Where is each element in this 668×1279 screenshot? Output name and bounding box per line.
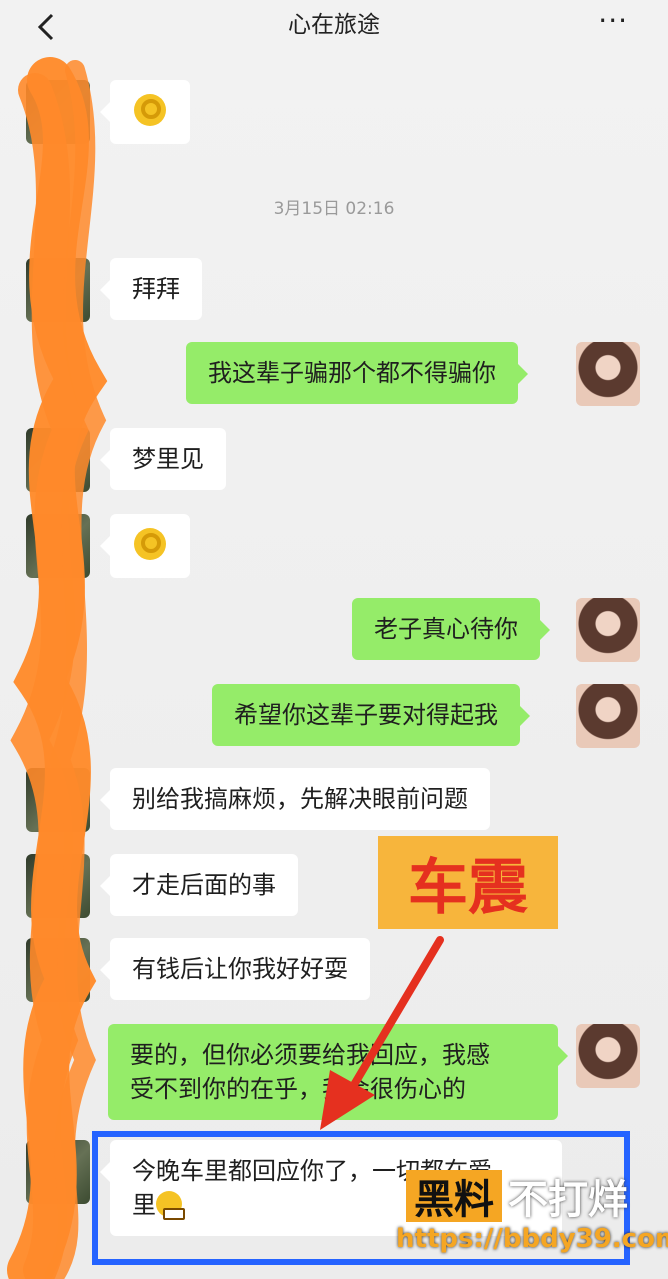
contact-avatar[interactable] <box>26 854 90 918</box>
message-bubble[interactable]: 我这辈子骗那个都不得骗你 <box>186 342 528 404</box>
user-avatar[interactable] <box>576 684 640 748</box>
message-row <box>0 514 668 584</box>
annotation-label-box: 车震 <box>378 836 558 929</box>
contact-avatar[interactable] <box>26 80 90 144</box>
watermark-logo: 黑料 <box>406 1170 502 1223</box>
watermark: 黑料 不打烊 https://bbdy39.com <box>396 1170 668 1262</box>
back-arrow-icon[interactable] <box>36 12 56 42</box>
contact-avatar[interactable] <box>26 428 90 492</box>
message-bubble[interactable] <box>100 80 190 144</box>
message-row: 老子真心待你 <box>0 598 668 668</box>
user-avatar[interactable] <box>576 598 640 662</box>
message-bubble[interactable]: 别给我搞麻烦，先解决眼前问题 <box>100 768 490 830</box>
red-arrow-icon <box>320 936 444 1130</box>
message-bubble[interactable]: 希望你这辈子要对得起我 <box>212 684 530 746</box>
more-options-icon[interactable]: ··· <box>598 4 628 37</box>
contact-avatar[interactable] <box>26 768 90 832</box>
contact-avatar[interactable] <box>26 1140 90 1204</box>
annotation-label: 车震 <box>408 853 528 923</box>
top-bar: 心在旅途 ··· <box>0 0 668 44</box>
chat-screen: 心在旅途 ··· 3月15日 02:16 拜拜 我这辈子骗那个都不得骗你 梦里见… <box>0 0 668 1279</box>
ok-hand-icon <box>134 94 166 126</box>
chat-title: 心在旅途 <box>288 12 380 38</box>
message-row: 我这辈子骗那个都不得骗你 <box>0 342 668 412</box>
message-row: 才走后面的事 <box>0 854 668 924</box>
message-row: 梦里见 <box>0 428 668 498</box>
user-avatar[interactable] <box>576 1024 640 1088</box>
message-bubble[interactable]: 梦里见 <box>100 428 226 490</box>
message-bubble[interactable]: 老子真心待你 <box>352 598 550 660</box>
user-avatar[interactable] <box>576 342 640 406</box>
message-bubble[interactable] <box>100 514 190 578</box>
contact-avatar[interactable] <box>26 514 90 578</box>
ok-hand-icon <box>134 528 166 560</box>
watermark-url: https://bbdy39.com <box>396 1224 668 1254</box>
message-row <box>0 80 668 150</box>
message-bubble[interactable]: 才走后面的事 <box>100 854 298 916</box>
timestamp: 3月15日 02:16 <box>273 199 395 219</box>
watermark-tagline: 不打烊 <box>508 1177 628 1223</box>
message-row: 拜拜 <box>0 258 668 328</box>
contact-avatar[interactable] <box>26 938 90 1002</box>
message-row: 希望你这辈子要对得起我 <box>0 684 668 754</box>
message-bubble[interactable]: 拜拜 <box>100 258 202 320</box>
contact-avatar[interactable] <box>26 258 90 322</box>
message-row: 别给我搞麻烦，先解决眼前问题 <box>0 768 668 838</box>
